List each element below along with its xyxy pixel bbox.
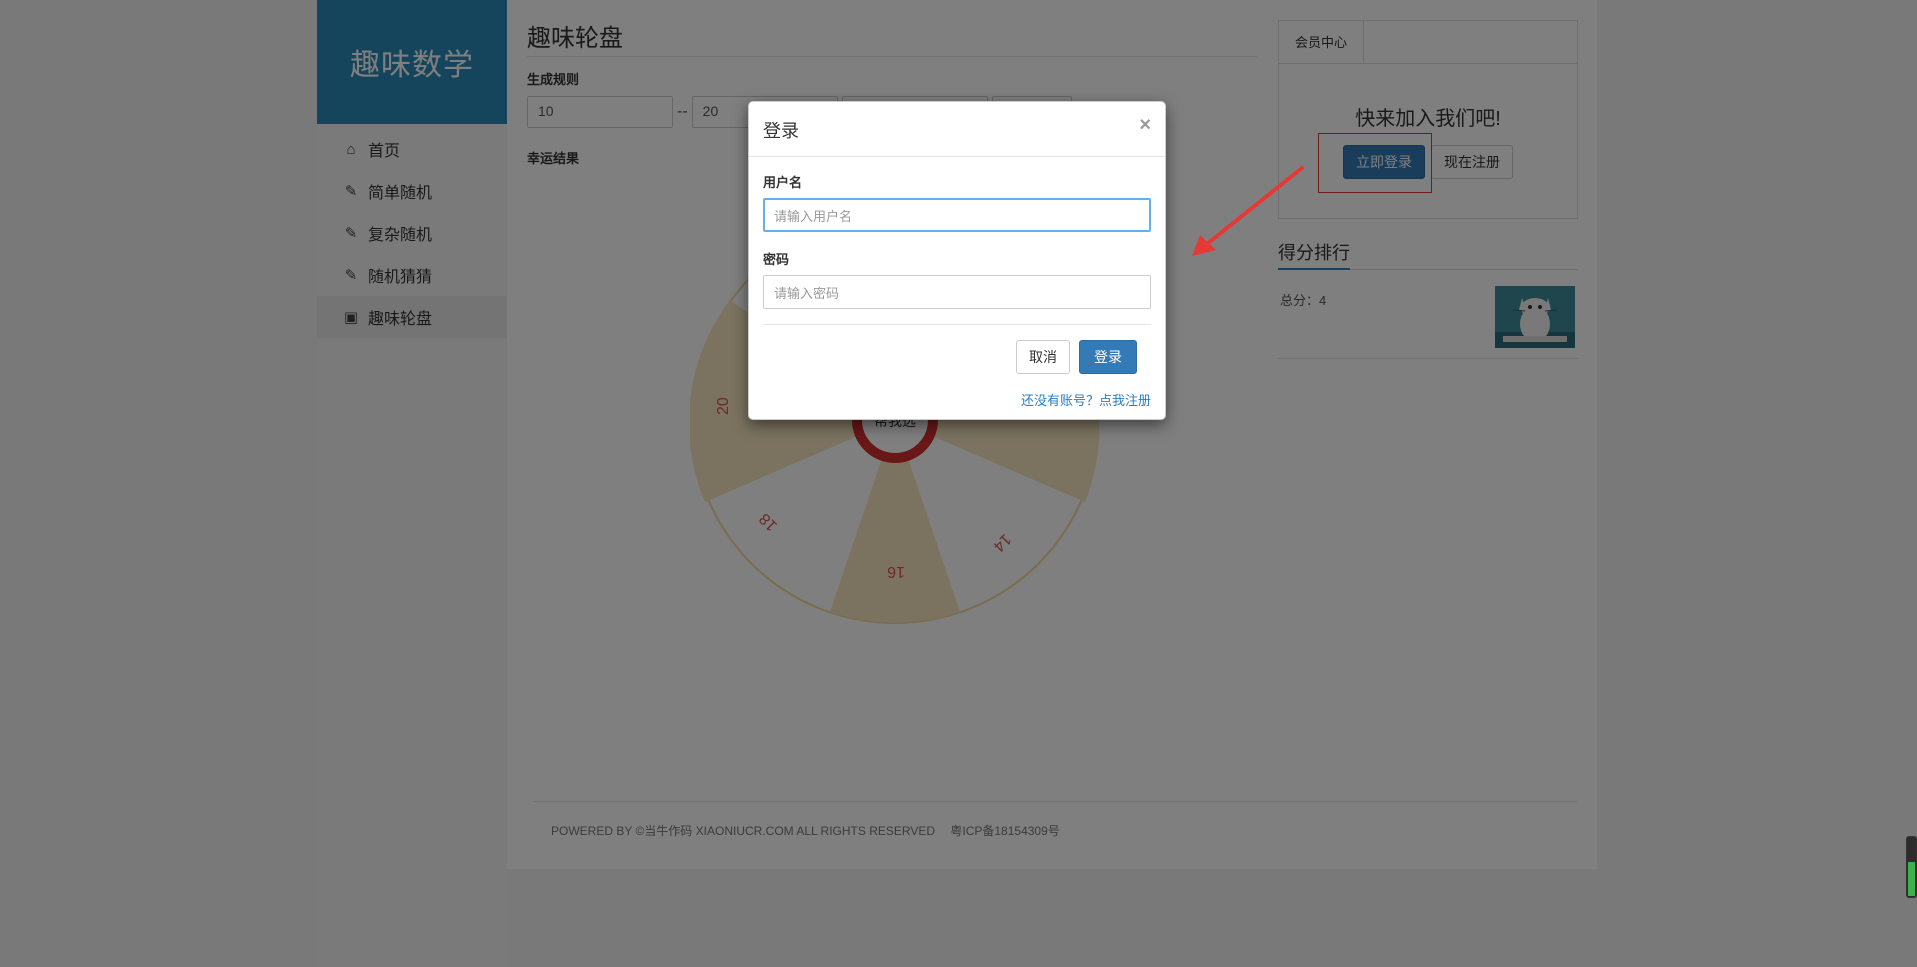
cancel-button[interactable]: 取消 [1016,340,1070,374]
password-label: 密码 [763,252,790,267]
modal-body: 用户名 请输入用户名 密码 请输入密码 取消 登录 还没有账号？点我注册 [749,172,1165,409]
modal-title: 登录 [763,121,799,141]
modal-divider [763,324,1151,325]
modal-header: 登录 × [749,102,1165,157]
annotation-arrow-icon [1192,166,1304,256]
register-link[interactable]: 还没有账号？点我注册 [763,390,1151,409]
username-field[interactable]: 请输入用户名 [763,198,1151,232]
close-icon[interactable]: × [1139,114,1151,137]
username-label: 用户名 [763,175,803,190]
modal-actions: 取消 登录 [763,340,1151,374]
scroll-indicator[interactable] [1906,836,1917,898]
password-field[interactable]: 请输入密码 [763,275,1151,309]
login-submit-button[interactable]: 登录 [1079,340,1137,374]
login-modal: 登录 × 用户名 请输入用户名 密码 请输入密码 取消 登录 还没有账号？点我注… [748,101,1166,420]
